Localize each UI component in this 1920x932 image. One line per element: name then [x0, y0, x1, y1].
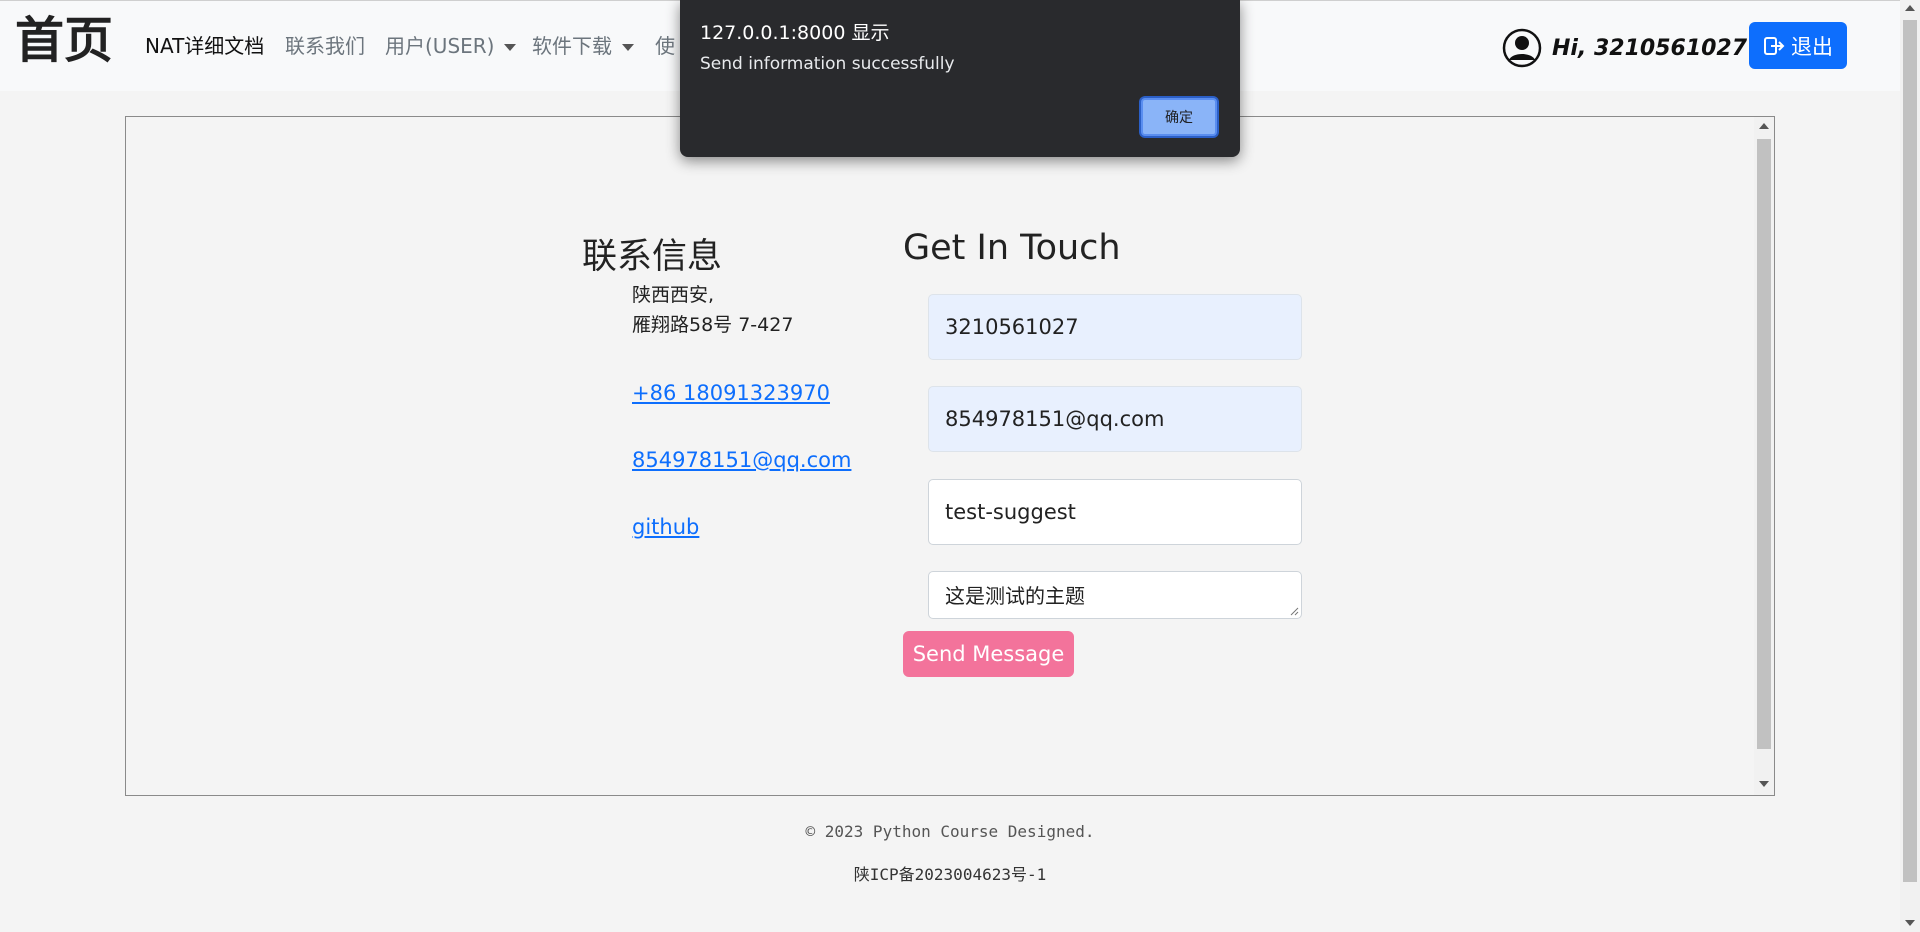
scrollbar-thumb[interactable]: [1757, 139, 1771, 749]
get-in-touch-heading: Get In Touch: [903, 228, 1121, 268]
user-greeting: Hi, 3210561027: [1552, 35, 1748, 61]
resize-grip-icon[interactable]: [1289, 606, 1299, 616]
frame-scrollbar[interactable]: [1754, 117, 1774, 795]
github-link[interactable]: github: [632, 515, 699, 539]
nav-user-dropdown[interactable]: 用户(USER): [385, 33, 517, 59]
email-link[interactable]: 854978151@qq.com: [632, 448, 851, 472]
chevron-down-icon: [504, 44, 517, 51]
nav-contact-us[interactable]: 联系我们: [285, 33, 365, 59]
chevron-down-icon: [622, 44, 634, 51]
nav-nat-docs[interactable]: NAT详细文档: [145, 33, 264, 59]
logout-button[interactable]: 退出: [1749, 22, 1847, 69]
scroll-down-arrow-icon[interactable]: [1759, 781, 1769, 787]
name-input[interactable]: 3210561027: [928, 294, 1302, 360]
phone-link[interactable]: +86 18091323970: [632, 381, 830, 405]
contact-address: 陕西西安, 雁翔路58号 7-427: [632, 280, 793, 340]
scrollbar-thumb[interactable]: [1903, 20, 1917, 882]
message-text: 这是测试的主题: [945, 584, 1085, 608]
message-textarea[interactable]: 这是测试的主题: [928, 571, 1302, 619]
alert-dialog: 127.0.0.1:8000 显示 Send information succe…: [680, 0, 1240, 157]
nav-item-partial[interactable]: 使: [655, 33, 675, 59]
brand-home-link[interactable]: 首页: [15, 11, 113, 71]
alert-message: Send information successfully: [700, 54, 955, 74]
footer-icp[interactable]: 陕ICP备2023004623号-1: [0, 861, 1900, 885]
address-line-1: 陕西西安,: [632, 284, 715, 306]
footer-copyright: © 2023 Python Course Designed.: [805, 822, 1095, 841]
scroll-down-arrow-icon[interactable]: [1905, 920, 1915, 926]
page-scrollbar[interactable]: [1900, 0, 1920, 932]
send-message-button[interactable]: Send Message: [903, 631, 1074, 677]
alert-ok-button[interactable]: 确定: [1141, 98, 1217, 136]
address-line-2: 雁翔路58号 7-427: [632, 314, 794, 336]
nav-user-label: 用户(USER): [385, 34, 495, 58]
email-input[interactable]: 854978151@qq.com: [928, 386, 1302, 452]
user-profile[interactable]: Hi, 3210561027: [1502, 27, 1747, 69]
scroll-up-arrow-icon[interactable]: [1905, 5, 1915, 11]
subject-input[interactable]: test-suggest: [928, 479, 1302, 545]
logout-label: 退出: [1791, 34, 1833, 59]
logout-icon: [1764, 36, 1785, 55]
user-avatar-icon: [1502, 28, 1542, 68]
contact-heading: 联系信息: [582, 237, 723, 277]
alert-title: 127.0.0.1:8000 显示: [700, 22, 890, 44]
scroll-up-arrow-icon[interactable]: [1759, 123, 1769, 129]
nav-software-label: 软件下载: [532, 34, 612, 58]
contact-frame: 联系信息 陕西西安, 雁翔路58号 7-427 +86 18091323970 …: [125, 116, 1775, 796]
nav-software-download-dropdown[interactable]: 软件下载: [532, 33, 634, 59]
